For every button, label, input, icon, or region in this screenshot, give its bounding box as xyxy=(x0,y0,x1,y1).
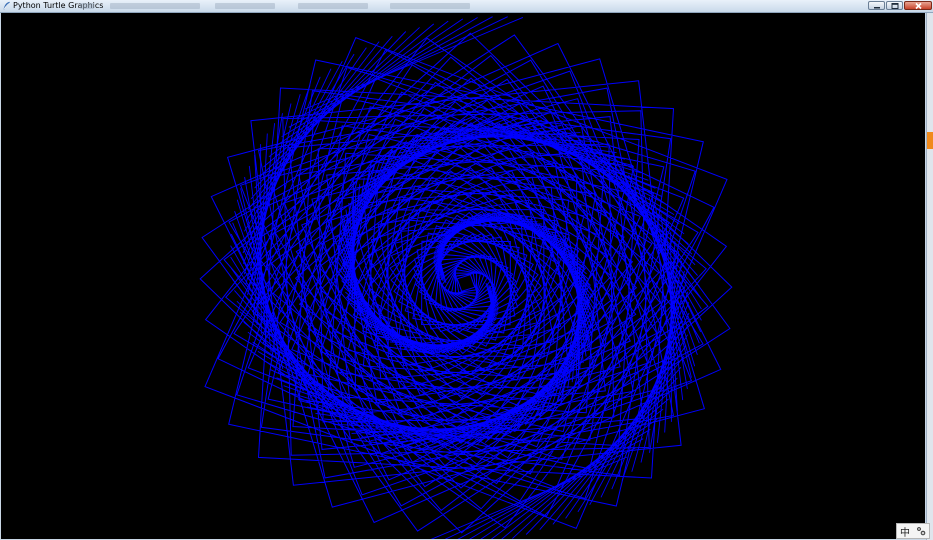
turtle-canvas[interactable] xyxy=(1,13,925,539)
close-icon xyxy=(915,2,922,10)
spiral-drawing xyxy=(199,16,733,539)
background-window-ghosts xyxy=(80,1,470,11)
side-strip xyxy=(926,13,933,540)
minimize-icon xyxy=(874,7,880,9)
feather-pen-icon xyxy=(3,1,10,10)
ime-settings-icon[interactable] xyxy=(916,526,926,536)
turtle-window: Python Turtle Graphics 中 xyxy=(0,0,933,540)
ime-mode-label[interactable]: 中 xyxy=(900,524,910,539)
close-button[interactable] xyxy=(904,1,932,10)
minimize-button[interactable] xyxy=(868,1,885,10)
title-bar[interactable]: Python Turtle Graphics xyxy=(0,0,933,13)
ime-indicator[interactable]: 中 xyxy=(896,523,930,539)
side-accent-tab[interactable] xyxy=(927,132,933,149)
maximize-icon xyxy=(891,3,899,9)
window-controls xyxy=(868,0,933,11)
maximize-button[interactable] xyxy=(886,1,903,10)
spiral-squares-path xyxy=(199,32,733,534)
